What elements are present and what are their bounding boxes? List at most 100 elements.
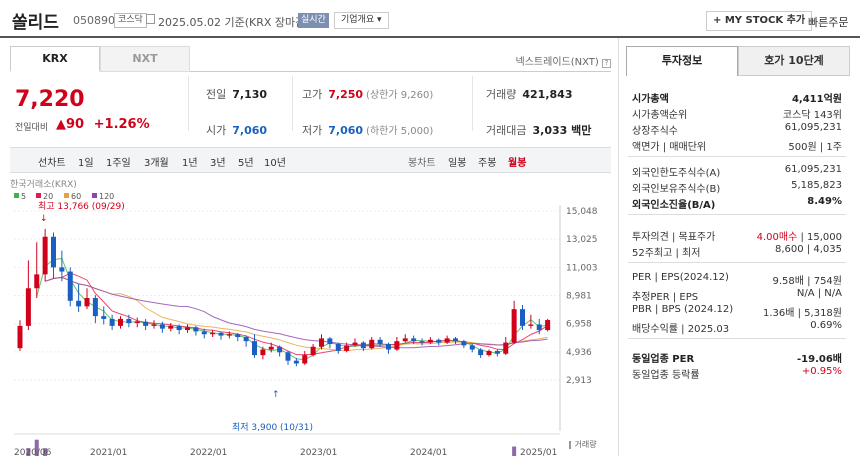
stock-code: 050890	[73, 14, 115, 27]
tab-orderbook-10[interactable]: 호가 10단계	[738, 46, 850, 76]
tab-5y[interactable]: 5년	[238, 154, 254, 169]
stat-value: 7,060	[328, 124, 364, 137]
x-tick-label: 2021/01	[90, 448, 127, 456]
stat-label: 거래대금	[486, 124, 527, 137]
info-value: 4,411억원	[792, 90, 842, 105]
stock-name: 쏠리드	[12, 13, 59, 33]
row-divider	[628, 156, 846, 157]
help-icon[interactable]: ?	[602, 59, 611, 68]
candle-body	[268, 346, 274, 350]
tab-daily[interactable]: 일봉	[448, 154, 466, 169]
info-label: 52주최고 | 최저	[632, 248, 701, 259]
candle-body	[528, 324, 534, 326]
info-label: 동일업종 PER	[632, 354, 695, 365]
y-tick-label: 11,003	[566, 263, 598, 273]
stat-value: 7,060	[232, 124, 268, 137]
ma-legend-swatch	[36, 193, 41, 198]
stat-label: 거래량	[486, 88, 517, 101]
info-label: 배당수익률 | 2025.03	[632, 324, 730, 335]
max-price-label: 최고 13,766 (09/29)	[38, 201, 125, 212]
volume-label: ‖ 거래량	[568, 439, 597, 449]
candle-body	[25, 288, 31, 326]
ma-legend-swatch	[64, 193, 69, 198]
exchange-tabs: KRX NXT 넥스트레이드(NXT) ?	[10, 46, 611, 72]
info-row: 동일업종 PER -19.06배	[632, 350, 842, 365]
candle-body	[453, 338, 458, 342]
stat-label: 저가	[302, 124, 323, 137]
stock-header: 쏠리드 050890 코스닥 2025.05.02 기준(KRX 장마감) 실시…	[0, 0, 860, 38]
divider	[188, 76, 189, 131]
row-divider	[628, 338, 846, 339]
info-row: PBR | BPS (2024.12) 1.36배 | 5,318원	[632, 304, 842, 319]
value-text: 500원 | 1주	[788, 142, 842, 153]
info-row: 투자의견 | 목표주가 4.00매수 | 15,000	[632, 228, 842, 243]
info-label: 액면가 | 매매단위	[632, 142, 707, 153]
tab-weekly[interactable]: 주봉	[478, 154, 496, 169]
ma-line-120	[44, 276, 548, 349]
info-value: 코스닥 143위	[783, 106, 842, 121]
info-label: 시가총액순위	[632, 110, 688, 121]
tab-1d[interactable]: 1일	[78, 154, 94, 169]
divider	[472, 76, 473, 131]
min-price-arrow: ↑	[272, 390, 280, 400]
change-amount: ▲90	[56, 117, 85, 132]
candle-body	[277, 346, 283, 353]
info-value: 1.36배 | 5,318원	[763, 304, 842, 319]
ma-legend-swatch	[92, 193, 97, 198]
volume-bar	[512, 446, 517, 459]
info-row: 외국인한도주식수(A) 61,095,231	[632, 164, 842, 179]
info-value: N/A | N/A	[797, 288, 842, 299]
tab-1w[interactable]: 1주일	[106, 154, 131, 169]
tab-investment-info[interactable]: 투자정보	[626, 46, 738, 76]
tab-candle-chart[interactable]: 봉차트	[408, 154, 436, 169]
info-label: PER | EPS(2024.12)	[632, 272, 729, 283]
stat-open: 시가 7,060	[206, 122, 267, 138]
candle-body	[486, 350, 492, 356]
candle-body	[252, 341, 257, 356]
x-tick-label: 2023/01	[300, 448, 337, 456]
chart-period-bar: 선차트 1일 1주일 3개월 1년 3년 5년 10년 봉차트 일봉 주봉 월봉	[10, 147, 611, 173]
candle-body	[436, 339, 442, 343]
candle-body	[42, 236, 48, 275]
price-chart[interactable]: 한국거래소(KRX) 5 20 60 120 15,048 13,025 11,003 8,98…	[10, 175, 611, 459]
info-row: 추정PER | EPS N/A | N/A	[632, 288, 842, 303]
candle-body	[109, 318, 115, 326]
candle-body	[394, 341, 400, 350]
tab-nxt[interactable]: NXT	[100, 46, 190, 72]
tab-3y[interactable]: 3년	[210, 154, 226, 169]
live-badge[interactable]: 실시간	[298, 13, 329, 28]
info-value: 500원 | 1주	[788, 138, 842, 153]
tab-line-chart[interactable]: 선차트	[38, 154, 66, 169]
info-row: 52주최고 | 최저 8,600 | 4,035	[632, 244, 842, 259]
candle-body	[243, 337, 249, 342]
add-mystock-button[interactable]: + MY STOCK 추가	[706, 11, 813, 31]
candle-body	[168, 325, 174, 329]
info-value: 9.58배 | 754원	[773, 272, 842, 287]
company-overview-menu[interactable]: 기업개요 ▾	[334, 12, 389, 29]
value-text: 4,411억원	[791, 94, 842, 105]
tab-10y[interactable]: 10년	[264, 154, 286, 169]
candle-body	[51, 236, 56, 268]
value-text: 61,095,231	[784, 122, 842, 133]
nextrade-link[interactable]: 넥스트레이드(NXT) ?	[516, 53, 611, 68]
candle-body	[503, 342, 509, 354]
candle-body	[118, 318, 123, 326]
value-text: 1.36배 | 5,318원	[762, 308, 842, 319]
tab-1y[interactable]: 1년	[182, 154, 198, 169]
info-label: 추정PER | EPS	[632, 292, 699, 303]
info-row: PER | EPS(2024.12) 9.58배 | 754원	[632, 272, 842, 287]
quick-order-link[interactable]: 빠른주문	[808, 14, 848, 30]
price-chart-svg: 한국거래소(KRX) 5 20 60 120 15,048 13,025 11,003 8,98…	[10, 179, 598, 459]
tab-3m[interactable]: 3개월	[144, 154, 169, 169]
tab-krx[interactable]: KRX	[10, 46, 100, 72]
info-row: 시가총액순위 코스닥 143위	[632, 106, 842, 121]
candle-body	[235, 334, 241, 338]
tab-monthly[interactable]: 월봉	[508, 154, 526, 169]
candle-body	[17, 325, 23, 349]
stat-label: 시가	[206, 124, 227, 137]
candle-body	[201, 331, 207, 335]
price-change: ▲90 +1.26%	[56, 117, 150, 132]
y-tick-label: 6,958	[566, 320, 592, 330]
candle-body	[478, 349, 484, 356]
candle-body	[545, 320, 551, 331]
